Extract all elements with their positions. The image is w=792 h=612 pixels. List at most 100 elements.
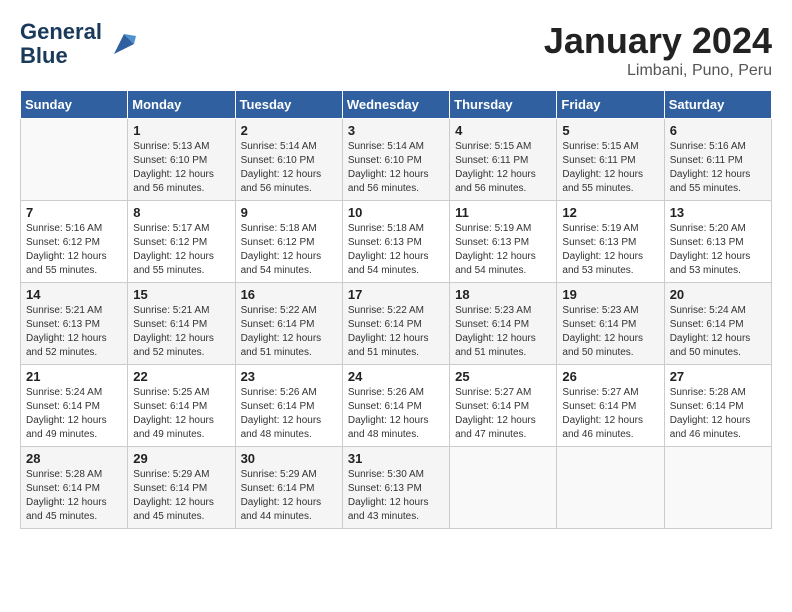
day-info: Sunrise: 5:17 AM Sunset: 6:12 PM Dayligh…	[133, 222, 229, 278]
day-number: 18	[455, 287, 551, 302]
calendar-week-row: 14 Sunrise: 5:21 AM Sunset: 6:13 PM Dayli…	[21, 283, 772, 365]
calendar-cell	[21, 119, 128, 201]
weekday-header: Thursday	[450, 91, 557, 119]
day-info: Sunrise: 5:18 AM Sunset: 6:13 PM Dayligh…	[348, 222, 444, 278]
calendar-cell: 19 Sunrise: 5:23 AM Sunset: 6:14 PM Dayli…	[557, 283, 664, 365]
day-number: 1	[133, 123, 229, 138]
weekday-header: Tuesday	[235, 91, 342, 119]
day-number: 24	[348, 369, 444, 384]
day-info: Sunrise: 5:22 AM Sunset: 6:14 PM Dayligh…	[241, 304, 337, 360]
day-info: Sunrise: 5:20 AM Sunset: 6:13 PM Dayligh…	[670, 222, 766, 278]
logo-text: GeneralBlue	[20, 20, 102, 68]
day-number: 7	[26, 205, 122, 220]
day-info: Sunrise: 5:14 AM Sunset: 6:10 PM Dayligh…	[348, 140, 444, 196]
calendar-cell: 20 Sunrise: 5:24 AM Sunset: 6:14 PM Dayli…	[664, 283, 771, 365]
day-number: 27	[670, 369, 766, 384]
day-info: Sunrise: 5:16 AM Sunset: 6:11 PM Dayligh…	[670, 140, 766, 196]
calendar-cell: 17Sunrise: 5:22 AM Sunset: 6:14 PM Dayli…	[342, 283, 449, 365]
day-number: 5	[562, 123, 658, 138]
day-info: Sunrise: 5:23 AM Sunset: 6:14 PM Dayligh…	[562, 304, 658, 360]
day-number: 2	[241, 123, 337, 138]
calendar-cell: 11Sunrise: 5:19 AM Sunset: 6:13 PM Dayli…	[450, 201, 557, 283]
calendar-cell: 3 Sunrise: 5:14 AM Sunset: 6:10 PM Daylig…	[342, 119, 449, 201]
calendar-cell: 24 Sunrise: 5:26 AM Sunset: 6:14 PM Dayli…	[342, 365, 449, 447]
weekday-header: Wednesday	[342, 91, 449, 119]
day-info: Sunrise: 5:13 AM Sunset: 6:10 PM Dayligh…	[133, 140, 229, 196]
calendar-cell: 23 Sunrise: 5:26 AM Sunset: 6:14 PM Dayli…	[235, 365, 342, 447]
day-number: 6	[670, 123, 766, 138]
day-number: 10	[348, 205, 444, 220]
day-info: Sunrise: 5:28 AM Sunset: 6:14 PM Dayligh…	[670, 386, 766, 442]
location: Limbani, Puno, Peru	[544, 62, 772, 80]
weekday-header: Friday	[557, 91, 664, 119]
calendar-cell: 30 Sunrise: 5:29 AM Sunset: 6:14 PM Dayli…	[235, 447, 342, 529]
day-number: 9	[241, 205, 337, 220]
calendar-cell: 25 Sunrise: 5:27 AM Sunset: 6:14 PM Dayli…	[450, 365, 557, 447]
day-info: Sunrise: 5:22 AM Sunset: 6:14 PM Dayligh…	[348, 304, 444, 360]
calendar-cell: 2 Sunrise: 5:14 AM Sunset: 6:10 PM Daylig…	[235, 119, 342, 201]
calendar-cell: 29Sunrise: 5:29 AM Sunset: 6:14 PM Dayli…	[128, 447, 235, 529]
day-number: 8	[133, 205, 229, 220]
calendar-cell: 22 Sunrise: 5:25 AM Sunset: 6:14 PM Dayli…	[128, 365, 235, 447]
calendar-week-row: 28Sunrise: 5:28 AM Sunset: 6:14 PM Dayli…	[21, 447, 772, 529]
logo-icon	[106, 26, 142, 62]
day-number: 14	[26, 287, 122, 302]
day-number: 23	[241, 369, 337, 384]
calendar-cell	[664, 447, 771, 529]
calendar-cell: 15 Sunrise: 5:21 AM Sunset: 6:14 PM Dayli…	[128, 283, 235, 365]
day-number: 22	[133, 369, 229, 384]
weekday-header: Saturday	[664, 91, 771, 119]
day-number: 15	[133, 287, 229, 302]
day-info: Sunrise: 5:14 AM Sunset: 6:10 PM Dayligh…	[241, 140, 337, 196]
day-number: 30	[241, 451, 337, 466]
logo: GeneralBlue	[20, 20, 142, 68]
calendar-cell: 10 Sunrise: 5:18 AM Sunset: 6:13 PM Dayli…	[342, 201, 449, 283]
calendar-cell: 13 Sunrise: 5:20 AM Sunset: 6:13 PM Dayli…	[664, 201, 771, 283]
day-info: Sunrise: 5:26 AM Sunset: 6:14 PM Dayligh…	[241, 386, 337, 442]
calendar-cell: 12Sunrise: 5:19 AM Sunset: 6:13 PM Dayli…	[557, 201, 664, 283]
calendar-cell: 28Sunrise: 5:28 AM Sunset: 6:14 PM Dayli…	[21, 447, 128, 529]
calendar-cell	[557, 447, 664, 529]
day-info: Sunrise: 5:27 AM Sunset: 6:14 PM Dayligh…	[455, 386, 551, 442]
day-info: Sunrise: 5:25 AM Sunset: 6:14 PM Dayligh…	[133, 386, 229, 442]
calendar-cell: 18 Sunrise: 5:23 AM Sunset: 6:14 PM Dayli…	[450, 283, 557, 365]
calendar-cell: 1 Sunrise: 5:13 AM Sunset: 6:10 PM Daylig…	[128, 119, 235, 201]
day-info: Sunrise: 5:27 AM Sunset: 6:14 PM Dayligh…	[562, 386, 658, 442]
day-info: Sunrise: 5:26 AM Sunset: 6:14 PM Dayligh…	[348, 386, 444, 442]
day-number: 31	[348, 451, 444, 466]
calendar-cell: 7 Sunrise: 5:16 AM Sunset: 6:12 PM Daylig…	[21, 201, 128, 283]
day-number: 4	[455, 123, 551, 138]
calendar-cell: 6 Sunrise: 5:16 AM Sunset: 6:11 PM Daylig…	[664, 119, 771, 201]
weekday-header: Sunday	[21, 91, 128, 119]
day-number: 13	[670, 205, 766, 220]
day-info: Sunrise: 5:21 AM Sunset: 6:13 PM Dayligh…	[26, 304, 122, 360]
day-info: Sunrise: 5:30 AM Sunset: 6:13 PM Dayligh…	[348, 468, 444, 524]
day-info: Sunrise: 5:24 AM Sunset: 6:14 PM Dayligh…	[26, 386, 122, 442]
day-number: 26	[562, 369, 658, 384]
day-info: Sunrise: 5:16 AM Sunset: 6:12 PM Dayligh…	[26, 222, 122, 278]
calendar-cell: 4Sunrise: 5:15 AM Sunset: 6:11 PM Daylig…	[450, 119, 557, 201]
day-number: 25	[455, 369, 551, 384]
calendar-cell: 27 Sunrise: 5:28 AM Sunset: 6:14 PM Dayli…	[664, 365, 771, 447]
calendar-cell: 14 Sunrise: 5:21 AM Sunset: 6:13 PM Dayli…	[21, 283, 128, 365]
month-title: January 2024	[544, 20, 772, 62]
calendar-cell: 31 Sunrise: 5:30 AM Sunset: 6:13 PM Dayli…	[342, 447, 449, 529]
day-info: Sunrise: 5:19 AM Sunset: 6:13 PM Dayligh…	[562, 222, 658, 278]
day-number: 16	[241, 287, 337, 302]
day-number: 21	[26, 369, 122, 384]
calendar-cell: 9Sunrise: 5:18 AM Sunset: 6:12 PM Daylig…	[235, 201, 342, 283]
calendar-cell: 26 Sunrise: 5:27 AM Sunset: 6:14 PM Dayli…	[557, 365, 664, 447]
day-info: Sunrise: 5:29 AM Sunset: 6:14 PM Dayligh…	[241, 468, 337, 524]
calendar-week-row: 21 Sunrise: 5:24 AM Sunset: 6:14 PM Dayli…	[21, 365, 772, 447]
weekday-header: Monday	[128, 91, 235, 119]
day-number: 19	[562, 287, 658, 302]
day-info: Sunrise: 5:21 AM Sunset: 6:14 PM Dayligh…	[133, 304, 229, 360]
day-info: Sunrise: 5:24 AM Sunset: 6:14 PM Dayligh…	[670, 304, 766, 360]
day-info: Sunrise: 5:28 AM Sunset: 6:14 PM Dayligh…	[26, 468, 122, 524]
calendar-cell: 5Sunrise: 5:15 AM Sunset: 6:11 PM Daylig…	[557, 119, 664, 201]
day-number: 3	[348, 123, 444, 138]
day-number: 11	[455, 205, 551, 220]
day-info: Sunrise: 5:23 AM Sunset: 6:14 PM Dayligh…	[455, 304, 551, 360]
day-number: 20	[670, 287, 766, 302]
calendar-cell	[450, 447, 557, 529]
